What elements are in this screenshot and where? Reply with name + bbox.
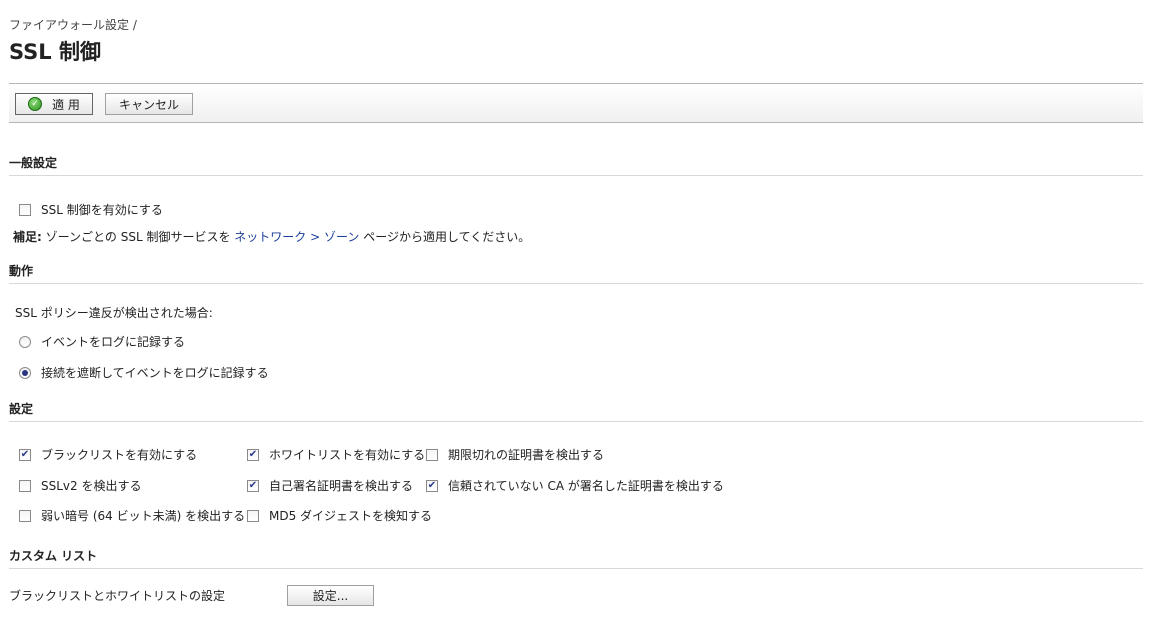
option-detect-sslv2-row[interactable]: SSLv2 を検出する — [19, 477, 141, 494]
custom-list-settings-button-label: 設定... — [312, 589, 349, 603]
section-config-heading: 設定 — [9, 400, 1143, 422]
detect-untrusted-ca-checkbox[interactable]: ✔ — [426, 479, 438, 492]
detect-sslv2-checkbox[interactable] — [19, 479, 31, 492]
section-general-heading: 一般設定 — [9, 154, 1143, 176]
checkmark-icon: ✔ — [248, 479, 258, 491]
detect-weak-cipher-label: 弱い暗号 (64 ビット未満) を検出する — [41, 509, 246, 523]
section-custom-list-title: カスタム リスト — [9, 549, 98, 563]
enable-whitelist-checkbox[interactable]: ✔ — [247, 448, 259, 461]
option-enable-whitelist-row[interactable]: ✔ ホワイトリストを有効にする — [247, 446, 425, 463]
detect-expired-checkbox[interactable] — [426, 448, 438, 461]
enable-whitelist-label: ホワイトリストを有効にする — [269, 448, 426, 462]
radio-log-event-row[interactable]: イベントをログに記録する — [19, 333, 185, 350]
option-detect-untrusted-ca-row[interactable]: ✔ 信頼されていない CA が署名した証明書を検出する — [426, 477, 724, 494]
note-text-1: ゾーンごとの SSL 制御サービスを — [41, 230, 235, 244]
page-title: SSL 制御 — [9, 40, 101, 64]
apply-button[interactable]: ✓ 適 用 — [15, 93, 93, 115]
option-detect-md5-row[interactable]: MD5 ダイジェストを検知する — [247, 507, 432, 524]
enable-ssl-control-row[interactable]: SSL 制御を有効にする — [19, 201, 163, 218]
action-prompt-text: SSL ポリシー違反が検出された場合: — [15, 306, 213, 320]
enable-blacklist-checkbox[interactable]: ✔ — [19, 448, 31, 461]
apply-button-label: 適 用 — [52, 97, 80, 112]
enable-ssl-control-checkbox[interactable] — [19, 203, 31, 216]
radio-block-and-log[interactable] — [19, 366, 31, 379]
radio-block-and-log-label: 接続を遮断してイベントをログに記録する — [41, 366, 269, 380]
breadcrumb[interactable]: ファイアウォール設定 / — [9, 16, 137, 33]
radio-log-event-label: イベントをログに記録する — [41, 335, 186, 349]
custom-list-label: ブラックリストとホワイトリストの設定 — [9, 589, 226, 603]
custom-list-row: ブラックリストとホワイトリストの設定 — [9, 587, 225, 604]
enable-ssl-control-label: SSL 制御を有効にする — [41, 203, 163, 217]
radio-log-event[interactable] — [19, 335, 31, 348]
detect-md5-checkbox[interactable] — [247, 509, 259, 522]
section-config-title: 設定 — [9, 402, 34, 416]
detect-weak-cipher-checkbox[interactable] — [19, 509, 31, 522]
section-action-title: 動作 — [9, 264, 34, 278]
note-row: 補足: ゾーンごとの SSL 制御サービスを ネットワーク > ゾーン ページか… — [13, 228, 530, 245]
checkmark-icon: ✔ — [248, 448, 258, 460]
custom-list-settings-button[interactable]: 設定... — [287, 585, 374, 606]
radio-block-and-log-row[interactable]: 接続を遮断してイベントをログに記録する — [19, 364, 269, 381]
checkmark-icon: ✔ — [427, 479, 437, 491]
section-general-title: 一般設定 — [9, 156, 58, 170]
check-circle-icon: ✓ — [28, 97, 43, 111]
checkmark-icon: ✔ — [20, 448, 30, 460]
option-detect-self-signed-row[interactable]: ✔ 自己署名証明書を検出する — [247, 477, 413, 494]
radio-selected-dot — [22, 369, 28, 376]
detect-untrusted-ca-label: 信頼されていない CA が署名した証明書を検出する — [448, 479, 724, 493]
detect-sslv2-label: SSLv2 を検出する — [41, 479, 142, 493]
option-detect-expired-row[interactable]: 期限切れの証明書を検出する — [426, 446, 604, 463]
network-zones-link[interactable]: ネットワーク > ゾーン — [234, 228, 359, 245]
note-text-2: ページから適用してください。 — [359, 230, 531, 244]
section-custom-list-heading: カスタム リスト — [9, 547, 1143, 569]
action-prompt: SSL ポリシー違反が検出された場合: — [15, 304, 213, 321]
toolbar: ✓ 適 用 キャンセル — [9, 83, 1143, 123]
cancel-button-label: キャンセル — [118, 97, 179, 112]
note-label: 補足: — [13, 230, 42, 244]
detect-expired-label: 期限切れの証明書を検出する — [448, 448, 605, 462]
option-detect-weak-cipher-row[interactable]: 弱い暗号 (64 ビット未満) を検出する — [19, 507, 245, 524]
detect-md5-label: MD5 ダイジェストを検知する — [269, 509, 433, 523]
cancel-button[interactable]: キャンセル — [105, 93, 193, 115]
option-enable-blacklist-row[interactable]: ✔ ブラックリストを有効にする — [19, 446, 197, 463]
section-action-heading: 動作 — [9, 262, 1143, 284]
enable-blacklist-label: ブラックリストを有効にする — [41, 448, 198, 462]
detect-self-signed-label: 自己署名証明書を検出する — [269, 479, 414, 493]
detect-self-signed-checkbox[interactable]: ✔ — [247, 479, 259, 492]
